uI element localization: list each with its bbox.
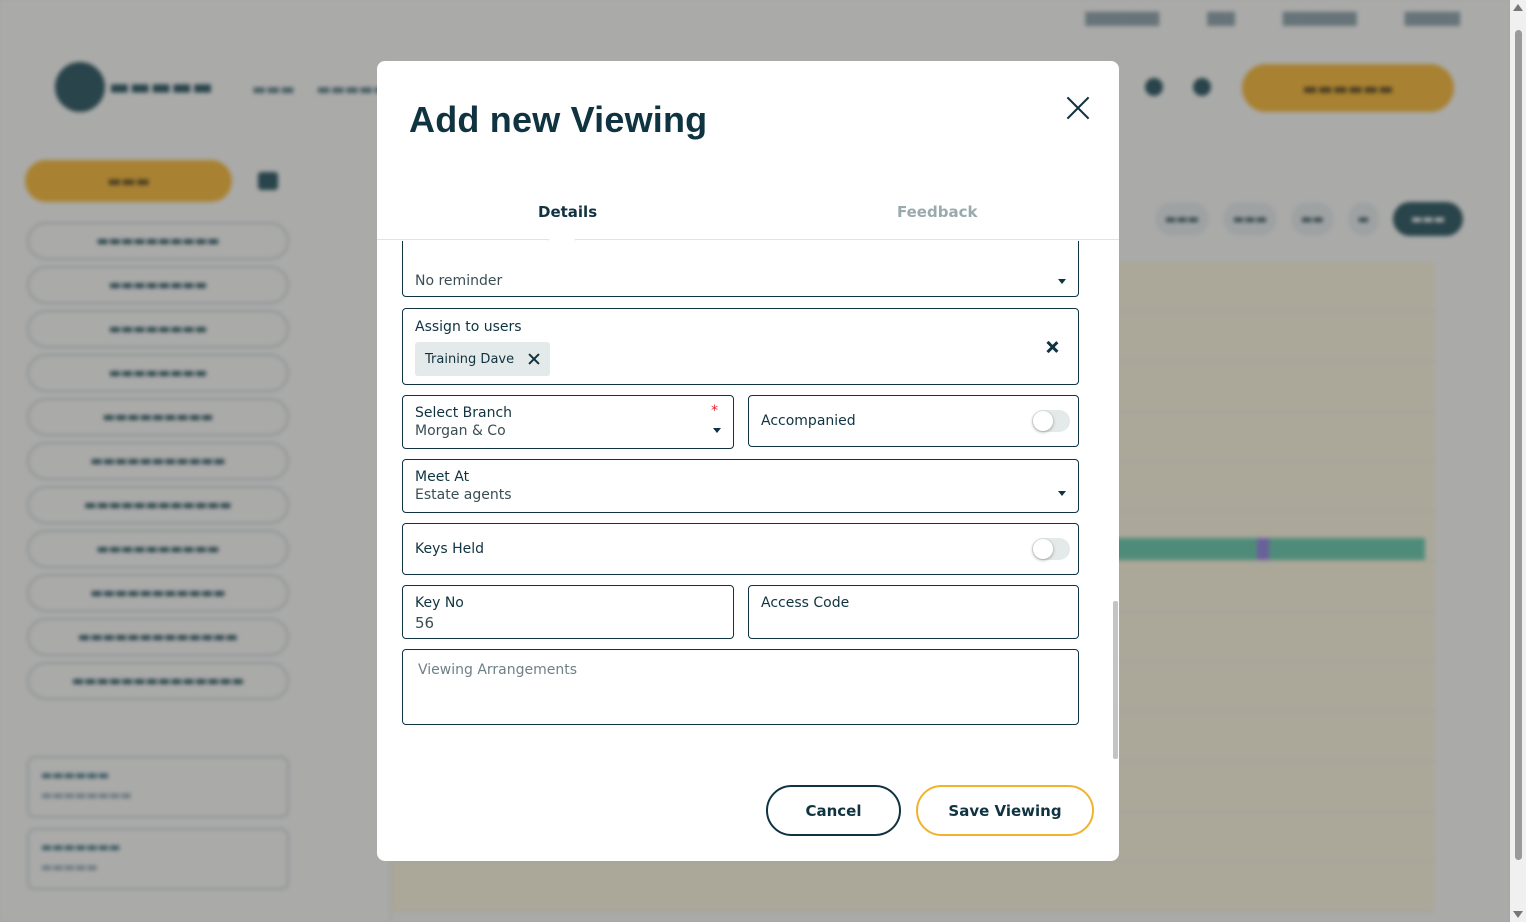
accompanied-toggle[interactable] [1032,410,1070,432]
meet-at-select[interactable]: Meet At Estate agents [402,459,1079,513]
meet-at-label: Meet At [415,469,470,485]
modal-title: Add new Viewing [409,99,708,140]
clear-icon[interactable] [1046,341,1058,353]
branch-label: Select Branch [415,405,513,421]
keys-held-field: Keys Held [402,523,1079,575]
tab-feedback[interactable]: Feedback [897,203,977,221]
form-scroll-area[interactable]: No reminder Assign to users Training Dav… [377,241,1119,761]
user-chip: Training Dave [415,342,551,376]
access-code-field[interactable]: Access Code [748,585,1079,639]
accompanied-label: Accompanied [761,413,856,429]
reminder-select[interactable]: No reminder [402,241,1079,297]
caret-down-icon [713,428,721,433]
reminder-value: No reminder [415,273,503,289]
assign-users-label: Assign to users [415,319,522,335]
viewing-arrangements-textarea[interactable]: Viewing Arrangements [402,649,1079,725]
form-scrollbar[interactable] [1113,601,1118,759]
key-no-value: 56 [415,614,435,632]
save-viewing-button[interactable]: Save Viewing [916,785,1094,836]
scrollbar-thumb[interactable] [1515,30,1522,860]
access-code-label: Access Code [761,595,850,611]
add-viewing-modal: Add new Viewing Details Feedback No remi… [377,61,1119,861]
cancel-button[interactable]: Cancel [766,785,901,836]
branch-value: Morgan & Co [415,423,506,439]
close-icon[interactable] [528,353,540,365]
scroll-down-icon[interactable] [1513,911,1523,918]
accompanied-field: Accompanied [748,395,1079,447]
meet-at-value: Estate agents [415,487,512,503]
caret-down-icon [1058,491,1066,496]
viewing-arrangements-placeholder: Viewing Arrangements [418,662,578,678]
assign-users-field[interactable]: Assign to users Training Dave [402,308,1079,385]
close-icon[interactable] [1063,93,1093,123]
required-marker: * [711,403,718,419]
key-no-field[interactable]: Key No 56 [402,585,734,639]
user-chip-label: Training Dave [425,351,515,367]
keys-held-label: Keys Held [415,541,485,557]
window-scrollbar[interactable] [1510,0,1526,922]
modal-tabs: Details Feedback [377,179,1119,240]
scroll-up-icon[interactable] [1513,4,1523,11]
key-no-label: Key No [415,595,464,611]
branch-select[interactable]: Select Branch * Morgan & Co [402,395,734,449]
keys-held-toggle[interactable] [1032,538,1070,560]
tab-details[interactable]: Details [538,203,597,221]
caret-down-icon [1058,279,1066,284]
